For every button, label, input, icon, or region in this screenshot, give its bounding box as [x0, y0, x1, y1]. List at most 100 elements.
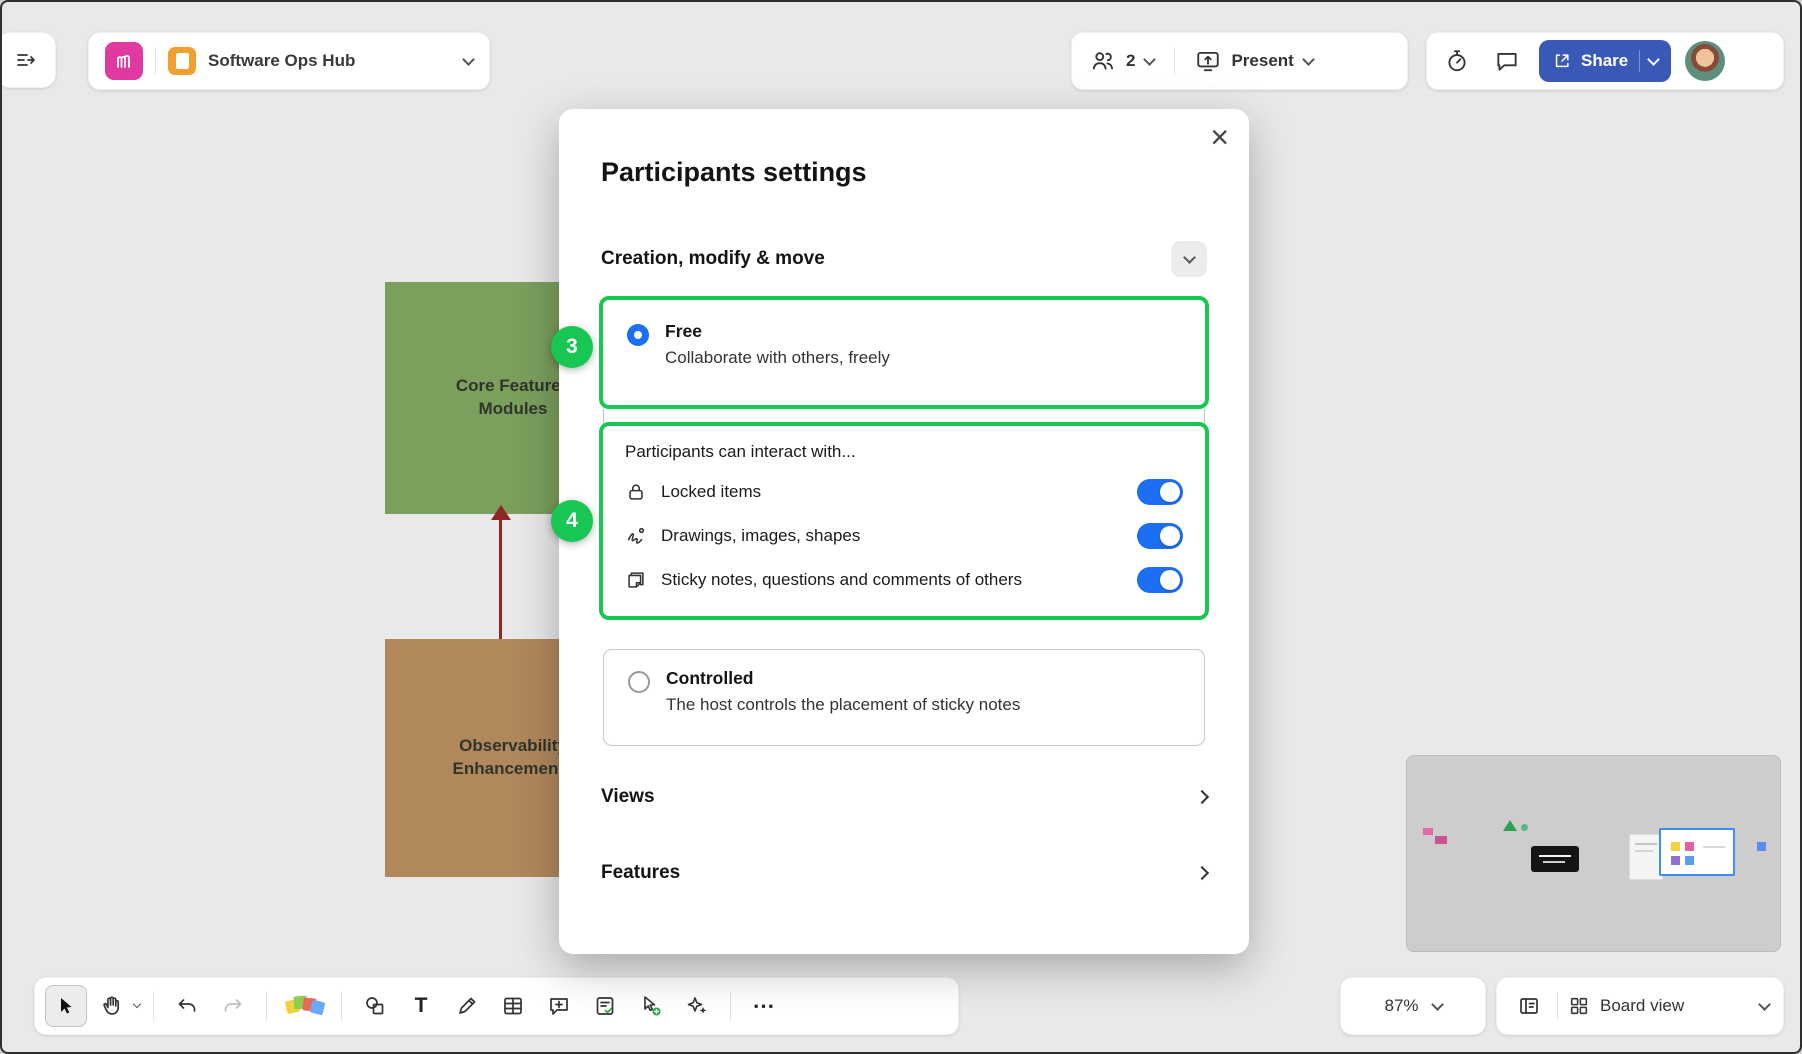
text-tool-icon: T	[415, 994, 428, 1018]
presence-and-present: 2 Present	[1071, 32, 1408, 90]
frames-button[interactable]	[1511, 988, 1547, 1024]
chevron-down-icon[interactable]	[133, 1000, 141, 1008]
share-button[interactable]: Share	[1539, 40, 1671, 82]
hand-icon	[100, 994, 124, 1018]
option-label: Free	[665, 321, 890, 342]
chat-button[interactable]	[1489, 43, 1525, 79]
sticky-note-icon	[625, 569, 647, 591]
interact-row-sticky-notes: Sticky notes, questions and comments of …	[625, 558, 1183, 602]
toggle-locked-items[interactable]	[1137, 479, 1183, 505]
step-badge-3: 3	[551, 326, 593, 368]
frames-icon	[1517, 994, 1541, 1018]
interact-title: Participants can interact with...	[625, 442, 1183, 462]
minimap-thumbnail	[1629, 834, 1663, 880]
option-description: Collaborate with others, freely	[665, 348, 890, 368]
option-free[interactable]: Free Collaborate with others, freely	[603, 301, 1205, 405]
present-icon	[1195, 48, 1221, 74]
divider	[1174, 47, 1175, 75]
step-badge-4: 4	[551, 500, 593, 542]
redo-icon	[221, 994, 245, 1018]
more-tools-button[interactable]: ⋯	[743, 985, 785, 1027]
sticky-note-palette-icon	[286, 991, 322, 1021]
select-tool[interactable]	[45, 985, 87, 1027]
radio-controlled[interactable]	[628, 671, 650, 693]
zoom-control[interactable]: 87%	[1340, 977, 1486, 1035]
views-label: Views	[601, 786, 655, 808]
toggle-drawings[interactable]	[1137, 523, 1183, 549]
card-tool[interactable]	[584, 985, 626, 1027]
share-label: Share	[1581, 51, 1628, 71]
chat-icon	[1494, 48, 1520, 74]
board-view-label[interactable]: Board view	[1600, 996, 1684, 1016]
divider	[153, 991, 154, 1021]
ellipsis-icon: ⋯	[753, 993, 776, 1019]
sidebar-toggle-icon	[14, 48, 38, 72]
connector-arrow-line[interactable]	[499, 518, 502, 639]
option-controlled[interactable]: Controlled The host controls the placeme…	[603, 649, 1205, 746]
chevron-down-icon	[1431, 998, 1444, 1011]
timer-button[interactable]	[1439, 43, 1475, 79]
divider	[266, 991, 267, 1021]
minimap[interactable]	[1406, 755, 1781, 952]
chevron-down-icon[interactable]	[1302, 53, 1315, 66]
chevron-down-icon[interactable]	[1144, 53, 1157, 66]
chevron-down-icon	[1183, 251, 1196, 264]
sticky-note-tool[interactable]	[279, 985, 329, 1027]
tools-toolbar: T	[34, 977, 959, 1035]
chevron-down-icon[interactable]	[1758, 998, 1771, 1011]
chevron-down-icon[interactable]	[1647, 53, 1660, 66]
section-views[interactable]: Views	[601, 777, 1207, 817]
app-logo-glyph	[113, 50, 135, 72]
shapes-tool[interactable]	[354, 985, 396, 1027]
zoom-level: 87%	[1384, 996, 1418, 1016]
reaction-tool[interactable]	[630, 985, 672, 1027]
present-label[interactable]: Present	[1231, 51, 1293, 71]
interact-row-locked-items: Locked items	[625, 470, 1183, 514]
option-label: Controlled	[666, 668, 1020, 689]
shapes-icon	[363, 994, 387, 1018]
participants-icon[interactable]	[1090, 48, 1116, 74]
drawing-icon	[625, 525, 647, 547]
table-tool[interactable]	[492, 985, 534, 1027]
interact-label: Sticky notes, questions and comments of …	[661, 570, 1123, 590]
minimap-viewport[interactable]	[1659, 828, 1735, 876]
close-icon[interactable]: ×	[1210, 121, 1229, 153]
pen-tool[interactable]	[446, 985, 488, 1027]
actions-group: Share	[1426, 32, 1784, 90]
section-creation-modify-move: Creation, modify & move	[601, 239, 1207, 279]
section-features[interactable]: Features	[601, 853, 1207, 893]
section-title: Creation, modify & move	[601, 248, 825, 270]
reaction-icon	[639, 994, 663, 1018]
text-tool[interactable]: T	[400, 985, 442, 1027]
ai-tool[interactable]	[676, 985, 718, 1027]
features-label: Features	[601, 862, 680, 884]
participants-settings-modal: × Participants settings Creation, modify…	[559, 109, 1249, 954]
minimap-thumbnail	[1531, 846, 1579, 872]
redo-button[interactable]	[212, 985, 254, 1027]
chevron-down-icon[interactable]	[462, 53, 475, 66]
board-title[interactable]: Software Ops Hub	[208, 51, 452, 71]
interact-panel: Participants can interact with... Locked…	[603, 426, 1205, 616]
card-connector	[603, 409, 1205, 426]
comment-tool[interactable]	[538, 985, 580, 1027]
open-sidebar-button[interactable]	[0, 32, 56, 88]
interact-row-drawings: Drawings, images, shapes	[625, 514, 1183, 558]
option-description: The host controls the placement of stick…	[666, 695, 1020, 715]
undo-button[interactable]	[166, 985, 208, 1027]
app-logo[interactable]	[105, 42, 143, 80]
minimap-thumbnail	[1521, 824, 1528, 831]
interact-label: Drawings, images, shapes	[661, 526, 1123, 546]
toggle-sticky-notes[interactable]	[1137, 567, 1183, 593]
sparkle-icon	[685, 994, 709, 1018]
undo-icon	[175, 994, 199, 1018]
divider	[1557, 992, 1558, 1020]
divider	[730, 991, 731, 1021]
board-icon	[168, 47, 196, 75]
board-view-control: Board view	[1496, 977, 1784, 1035]
hand-tool[interactable]	[91, 985, 133, 1027]
user-avatar[interactable]	[1685, 41, 1725, 81]
collapse-section-button[interactable]	[1171, 241, 1207, 277]
chevron-right-icon	[1195, 790, 1209, 804]
table-icon	[501, 994, 525, 1018]
radio-free[interactable]	[627, 324, 649, 346]
